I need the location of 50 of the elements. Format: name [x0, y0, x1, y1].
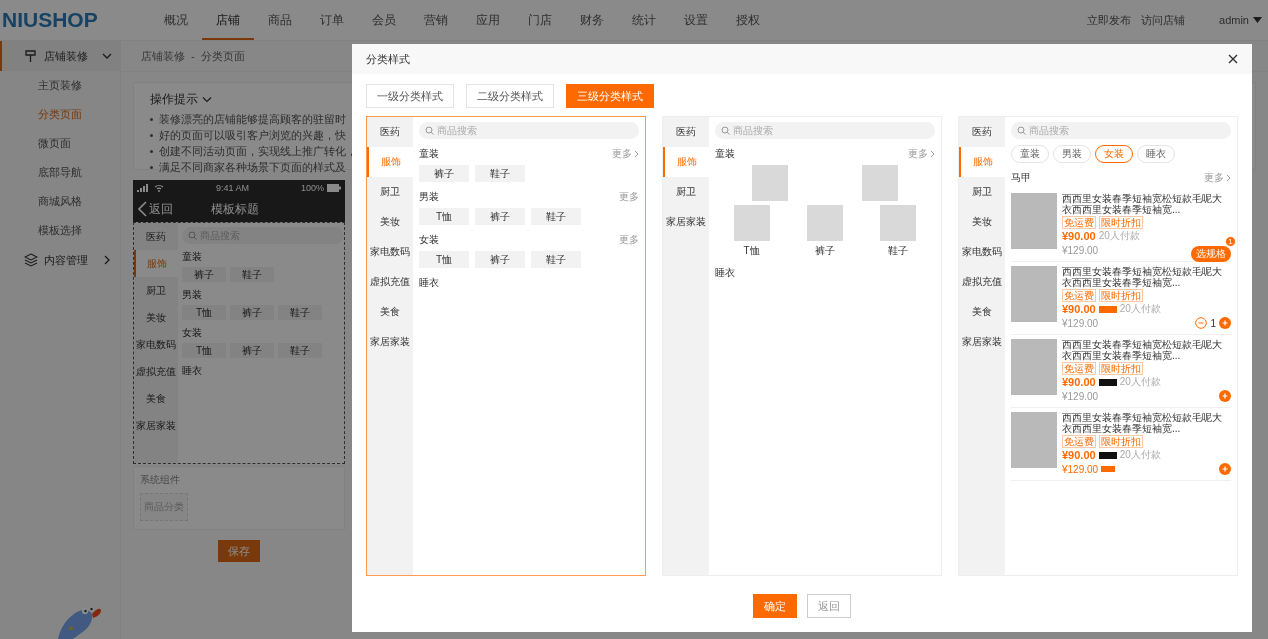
breadcrumb-separator: - [191, 50, 195, 62]
sales-count: 20人付款 [1119, 375, 1161, 389]
product-label: T恤 [743, 244, 760, 258]
product-label: 裤子 [815, 244, 835, 258]
page-title: 模板标题 [211, 200, 259, 218]
tip-text: 满足不同商家各种场景下页面的样式及 [159, 159, 346, 175]
section-title: 睡衣 [715, 266, 735, 280]
promo-tag: 免运费 [1062, 435, 1096, 448]
sales-count: 20人付款 [1119, 302, 1161, 316]
section-title: 睡衣 [419, 276, 439, 290]
product-price: ¥90.00 [1062, 449, 1096, 461]
section-title: 童装 [182, 250, 203, 264]
promo-tag: 限时折扣 [1099, 216, 1143, 229]
section-title: 女装 [419, 233, 439, 247]
dialog-title: 分类样式 [366, 51, 410, 67]
section-title: 女装 [182, 326, 203, 340]
product-title: 西西里女装春季短袖宽松短款毛呢大衣西西里女装春季短袖宽... [1062, 266, 1223, 288]
product-price: ¥90.00 [1062, 376, 1096, 388]
battery-percent: 100% [300, 183, 324, 193]
quantity: 1 [1210, 317, 1216, 329]
original-price: ¥129.00 [1062, 317, 1099, 329]
sales-count: 20人付款 [1098, 229, 1140, 243]
status-time: 9:41 AM [215, 183, 249, 193]
promo-tag: 免运费 [1062, 362, 1096, 375]
promo-tag: 限时折扣 [1099, 362, 1143, 375]
logo: NIUSHOP [2, 8, 99, 32]
count-badge: 1 [1225, 235, 1236, 247]
product-price: ¥90.00 [1062, 230, 1096, 242]
original-price: ¥129.00 [1062, 244, 1099, 256]
original-price: ¥129.00 [1062, 390, 1099, 402]
promo-tag: 免运费 [1062, 289, 1096, 302]
product-price: ¥90.00 [1062, 303, 1096, 315]
product-title: 西西里女装春季短袖宽松短款毛呢大衣西西里女装春季短袖宽... [1062, 412, 1223, 434]
promo-tag: 限时折扣 [1099, 289, 1143, 302]
sales-count: 20人付款 [1119, 448, 1161, 462]
product-title: 西西里女装春季短袖宽松短款毛呢大衣西西里女装春季短袖宽... [1062, 339, 1223, 361]
tip-text: 创建不同活动页面，实现线上推广转化， [159, 143, 357, 159]
section-title: 马甲 [1011, 171, 1031, 185]
original-price: ¥129.00 [1062, 463, 1099, 475]
promo-tag: 限时折扣 [1099, 435, 1143, 448]
promo-tag: 免运费 [1062, 216, 1096, 229]
section-title: 睡衣 [182, 364, 203, 378]
section-title: 男装 [419, 190, 439, 204]
section-title: 男装 [182, 288, 203, 302]
section-title: 童装 [419, 147, 439, 161]
product-title: 西西里女装春季短袖宽松短款毛呢大衣西西里女装春季短袖宽... [1062, 193, 1223, 215]
product-label: 鞋子 [888, 244, 909, 258]
tip-text: 装修漂亮的店铺能够提高顾客的驻留时 [159, 111, 346, 127]
section-title: 童装 [715, 147, 735, 161]
tip-text: 好的页面可以吸引客户浏览的兴趣，快 [159, 127, 346, 143]
